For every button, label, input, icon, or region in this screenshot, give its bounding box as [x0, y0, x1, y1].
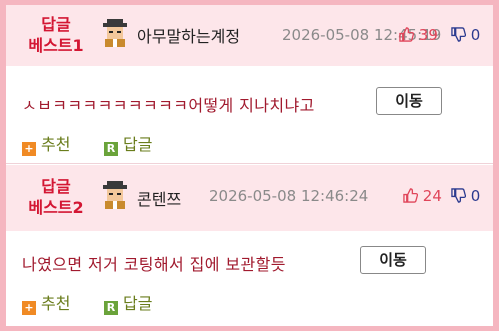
reply-header-2: 답글 베스트2 콘텐쯔 2026-05-08 12:46:24 24 0: [6, 165, 493, 231]
best-replies-panel: 답글 베스트1 아무말하는계정 2026-05-08 12:45:19 39 0…: [6, 5, 493, 326]
dislike-count: 0: [470, 26, 481, 44]
rank-badge-2: 답글 베스트2: [6, 176, 106, 218]
thumbs-down-icon: [451, 187, 471, 205]
nickname[interactable]: 아무말하는계정: [137, 23, 240, 47]
rank-label-line2: 베스트2: [28, 198, 84, 217]
pixel-avatar-icon[interactable]: [101, 181, 129, 209]
reply-button[interactable]: R 답글: [104, 131, 152, 156]
reply-label: 답글: [123, 135, 153, 154]
recommend-label: 추천: [41, 294, 71, 313]
recommend-button[interactable]: + 추천: [22, 290, 70, 315]
reply-square-icon: R: [104, 142, 118, 156]
reply-content-1: ㅅㅂㅋㅋㅋㅋㅋㅋㅋㅋㅋ어떻게 지나치냐고: [22, 96, 315, 115]
dislike-count: 0: [470, 187, 481, 205]
rank-label-line2: 베스트1: [28, 36, 84, 55]
pixel-avatar-icon[interactable]: [101, 19, 129, 47]
timestamp: 2026-05-08 12:46:24: [209, 187, 369, 205]
reply-square-icon: R: [104, 301, 118, 315]
like-count-group[interactable]: 24: [403, 187, 442, 205]
rank-label-line1: 답글: [41, 15, 71, 34]
reply-header-1: 답글 베스트1 아무말하는계정 2026-05-08 12:45:19 39 0: [6, 5, 493, 66]
thumbs-up-icon: [399, 26, 419, 44]
like-count: 24: [422, 187, 442, 205]
plus-square-icon: +: [22, 142, 36, 156]
reply-button[interactable]: R 답글: [104, 290, 152, 315]
nickname[interactable]: 콘텐쯔: [137, 186, 181, 210]
reply-label: 답글: [123, 294, 153, 313]
dislike-count-group[interactable]: 0: [451, 187, 480, 205]
thumbs-down-icon: [451, 26, 471, 44]
move-button[interactable]: 이동: [376, 87, 442, 115]
like-count: 39: [418, 26, 438, 44]
plus-square-icon: +: [22, 301, 36, 315]
reply-content-2: 나였으면 저거 코팅해서 집에 보관할듯: [22, 255, 286, 274]
rank-badge-1: 답글 베스트1: [6, 14, 106, 56]
like-count-group[interactable]: 39: [399, 26, 438, 44]
dislike-count-group[interactable]: 0: [451, 26, 480, 44]
thumbs-up-icon: [403, 187, 423, 205]
recommend-button[interactable]: + 추천: [22, 131, 70, 156]
divider: [6, 163, 493, 164]
recommend-label: 추천: [41, 135, 71, 154]
rank-label-line1: 답글: [41, 177, 71, 196]
move-button[interactable]: 이동: [360, 246, 426, 274]
